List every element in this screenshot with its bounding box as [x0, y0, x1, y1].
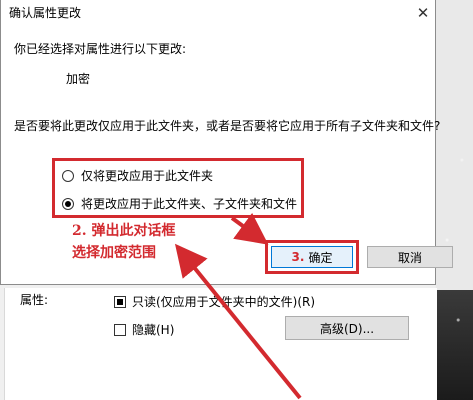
readonly-checkbox-row[interactable]: 只读(仅应用于文件夹中的文件)(R) — [114, 293, 315, 310]
radio-icon[interactable] — [62, 197, 74, 210]
ok-button[interactable]: 3. 确定 — [271, 246, 353, 268]
option-this-folder-only[interactable]: 仅将更改应用于此文件夹 — [62, 167, 213, 184]
option-label: 仅将更改应用于此文件夹 — [81, 169, 214, 183]
readonly-label: 只读(仅应用于文件夹中的文件)(R) — [132, 295, 316, 309]
annotation-line-1: 2. 弹出此对话框 — [72, 223, 176, 239]
attribute-value: 加密 — [66, 72, 91, 86]
attributes-label: 属性: — [20, 293, 49, 307]
annotation-line-2: 选择加密范围 — [72, 245, 156, 261]
ok-label: 确定 — [308, 250, 333, 265]
annotation-text: 2. 弹出此对话框 选择加密范围 — [72, 220, 176, 264]
desktop-background — [436, 0, 473, 400]
apply-scope-question: 是否要将此更改仅应用于此文件夹，或者是否要将它应用于所有子文件夹和文件? — [14, 119, 441, 133]
step-number: 3. — [291, 250, 305, 264]
advanced-button[interactable]: 高级(D)... — [285, 316, 409, 340]
dialog-title: 确认属性更改 — [9, 6, 82, 20]
radio-icon[interactable] — [62, 169, 74, 182]
title-bar: 确认属性更改 ✕ — [1, 0, 437, 26]
checkbox-icon[interactable] — [114, 295, 126, 308]
option-label: 将更改应用于此文件夹、子文件夹和文件 — [81, 197, 298, 211]
cancel-button[interactable]: 取消 — [367, 246, 453, 268]
hidden-checkbox-row[interactable]: 隐藏(H) — [114, 321, 174, 338]
option-folder-subfolders-files[interactable]: 将更改应用于此文件夹、子文件夹和文件 — [62, 195, 297, 212]
checkbox-icon[interactable] — [114, 323, 126, 336]
close-icon[interactable]: ✕ — [409, 0, 437, 26]
hidden-label: 隐藏(H) — [132, 323, 175, 337]
change-message: 你已经选择对属性进行以下更改: — [14, 42, 187, 56]
